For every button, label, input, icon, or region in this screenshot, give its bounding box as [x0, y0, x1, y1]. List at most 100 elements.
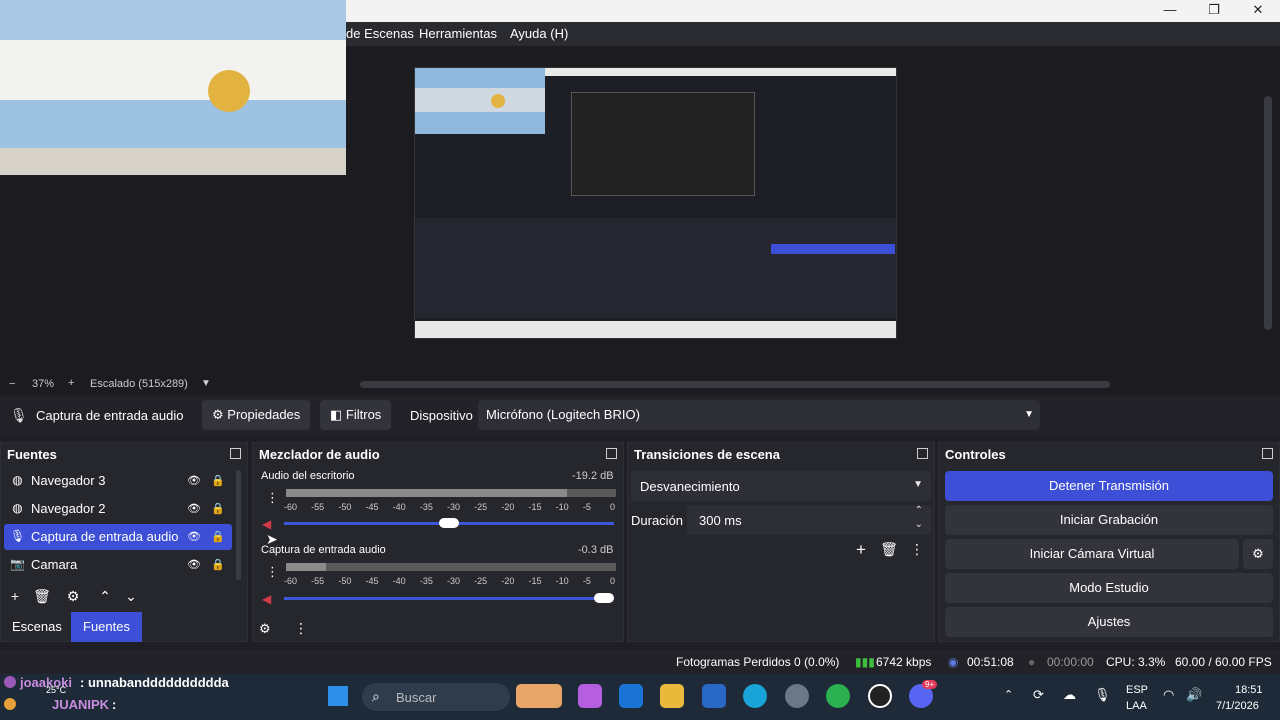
sources-scrollbar[interactable] — [236, 470, 241, 580]
dock-float-button[interactable] — [917, 448, 928, 459]
volume-slider[interactable] — [284, 593, 614, 603]
taskbar-search[interactable]: ⌕ Buscar — [362, 683, 510, 711]
bitrate: 6742 kbps — [876, 655, 932, 669]
clock-time[interactable]: 18:51 — [1235, 684, 1263, 696]
menu-tools[interactable]: Herramientas — [419, 26, 497, 41]
tab-sources[interactable]: Fuentes — [71, 612, 142, 642]
language-indicator[interactable]: ESP — [1126, 684, 1148, 696]
chevron-up-icon[interactable]: ⌃ — [1004, 688, 1013, 701]
store-icon[interactable] — [702, 684, 726, 708]
channel-db: -19.2 dB — [572, 470, 614, 482]
stop-stream-button[interactable]: Detener Transmisión — [945, 471, 1273, 501]
properties-label: Propiedades — [227, 407, 301, 422]
record-icon: ● — [1028, 655, 1036, 669]
obs-icon[interactable] — [868, 684, 892, 708]
filters-button[interactable]: ◧ Filtros — [320, 400, 392, 430]
maximize-button[interactable]: ❐ — [1192, 0, 1236, 22]
outlook-icon[interactable] — [619, 684, 643, 708]
kebab-menu-icon[interactable]: ⋮ — [908, 541, 926, 558]
eye-icon[interactable]: 👁 — [187, 474, 201, 488]
tab-scenes[interactable]: Escenas — [0, 612, 74, 642]
meter-tick-label: -40 — [392, 502, 406, 512]
lock-icon[interactable]: 🔒 — [211, 558, 225, 571]
cloud-icon[interactable]: ☁ — [1063, 687, 1076, 703]
webcam-overlay — [0, 0, 346, 175]
source-item-camara[interactable]: 📷 Camara 👁 🔒 — [4, 552, 232, 578]
source-item-navegador-3[interactable]: ◍ Navegador 3 👁 🔒 — [4, 468, 232, 494]
studio-mode-button[interactable]: Modo Estudio — [945, 573, 1273, 603]
scaling-dropdown-icon[interactable]: ▼ — [201, 378, 211, 389]
volume-icon[interactable]: 🔊 — [1186, 687, 1202, 703]
chrome-icon[interactable] — [826, 684, 850, 708]
meter-level — [286, 489, 567, 497]
meter-tick-label: -30 — [447, 576, 461, 586]
sync-icon[interactable]: ⟳ — [1033, 687, 1044, 703]
stream-preview — [414, 67, 897, 339]
chevron-down-icon[interactable]: ⌄ — [915, 519, 923, 530]
gear-icon[interactable]: ⚙ — [64, 588, 82, 605]
edge-icon[interactable] — [743, 684, 767, 708]
zoom-out-button[interactable]: − — [9, 378, 15, 390]
settings-button[interactable]: Ajustes — [945, 607, 1273, 637]
settings-icon[interactable] — [785, 684, 809, 708]
lock-icon[interactable]: 🔒 — [211, 502, 225, 515]
start-virtual-camera-button[interactable]: Iniciar Cámara Virtual — [945, 539, 1239, 569]
menu-scenes[interactable]: de Escenas — [346, 26, 414, 41]
chevron-up-icon[interactable]: ⌃ — [915, 505, 923, 516]
volume-knob[interactable] — [594, 593, 614, 603]
meter-tick-label: -60 — [284, 576, 298, 586]
kebab-menu-icon[interactable]: ⋮ — [266, 564, 279, 580]
kebab-menu-icon[interactable]: ⋮ — [294, 620, 308, 637]
move-down-icon[interactable]: ⌄ — [122, 588, 140, 605]
duration-stepper[interactable]: 300 ms ⌃ ⌄ — [687, 505, 931, 535]
user-badge-icon — [4, 698, 16, 710]
start-recording-button[interactable]: Iniciar Grabación — [945, 505, 1273, 535]
kebab-menu-icon[interactable]: ⋮ — [266, 490, 279, 506]
add-transition-icon[interactable]: + — [852, 540, 870, 560]
eye-icon[interactable]: 👁 — [187, 530, 201, 544]
windows-start-icon[interactable] — [328, 686, 348, 706]
trash-icon[interactable]: 🗑 — [33, 588, 51, 605]
advanced-audio-gear-icon[interactable]: ⚙ — [259, 621, 271, 637]
add-source-icon[interactable]: + — [6, 588, 24, 604]
file-explorer-icon[interactable] — [660, 684, 684, 708]
meter-tick-label: -25 — [474, 576, 488, 586]
dock-float-button[interactable] — [1262, 448, 1273, 459]
dock-float-button[interactable] — [230, 448, 241, 459]
move-up-icon[interactable]: ⌃ — [96, 588, 114, 605]
channel-db: -0.3 dB — [578, 544, 614, 556]
eye-icon[interactable]: 👁 — [187, 558, 201, 572]
minimize-button[interactable]: — — [1148, 0, 1192, 22]
wifi-icon[interactable]: ◠ — [1163, 687, 1174, 703]
lock-icon[interactable]: 🔒 — [211, 530, 225, 543]
trash-icon[interactable]: 🗑 — [880, 541, 898, 558]
device-select[interactable]: Micrófono (Logitech BRIO) ▼ — [478, 400, 1040, 430]
close-button[interactable]: ✕ — [1236, 0, 1280, 22]
source-item-captura-audio[interactable]: 🎙 Captura de entrada audio 👁 🔒 — [4, 524, 232, 550]
source-label: Camara — [31, 557, 78, 572]
source-item-navegador-2[interactable]: ◍ Navegador 2 👁 🔒 — [4, 496, 232, 522]
audio-meter — [286, 563, 616, 571]
zoom-in-button[interactable]: + — [68, 377, 74, 389]
dock-float-button[interactable] — [606, 448, 617, 459]
eye-icon[interactable]: 👁 — [187, 502, 201, 516]
preview-horizontal-scrollbar[interactable] — [360, 381, 1110, 388]
speaker-muted-icon[interactable]: ◀ — [262, 517, 276, 531]
preview-vertical-scrollbar[interactable] — [1264, 96, 1272, 330]
transition-select[interactable]: Desvanecimiento ▼ — [631, 471, 931, 501]
weather-widget-icon[interactable] — [516, 684, 562, 708]
mixer-title: Mezclador de audio — [259, 447, 380, 462]
volume-slider[interactable] — [284, 518, 614, 528]
virtual-camera-settings-gear-icon[interactable]: ⚙ — [1243, 539, 1273, 569]
copilot-icon[interactable] — [578, 684, 602, 708]
speaker-muted-icon[interactable]: ◀ — [262, 592, 276, 606]
clock-date[interactable]: 7/1/2026 — [1216, 700, 1259, 712]
volume-knob[interactable] — [439, 518, 459, 528]
menu-help[interactable]: Ayuda (H) — [510, 26, 568, 41]
meter-tick-label: -20 — [501, 502, 515, 512]
lock-icon[interactable]: 🔒 — [211, 474, 225, 487]
microphone-icon[interactable]: 🎙 — [1094, 687, 1111, 703]
sources-title: Fuentes — [7, 447, 57, 462]
transitions-title: Transiciones de escena — [634, 447, 780, 462]
properties-button[interactable]: ⚙ Propiedades — [202, 400, 311, 430]
